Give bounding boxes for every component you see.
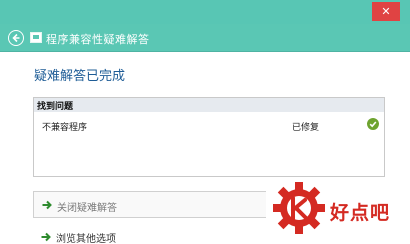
close-icon: ✕ xyxy=(381,5,391,18)
close-troubleshooter-label: 关闭疑难解答 xyxy=(57,203,117,214)
problems-header-label: 找到问题 xyxy=(37,102,74,112)
problems-found-box: 找到问题 不兼容程序 已修复 xyxy=(33,97,385,177)
troubleshooter-app-icon xyxy=(30,32,42,43)
window-close-button[interactable]: ✕ xyxy=(372,2,400,21)
window-title: 程序兼容性疑难解答 xyxy=(46,33,150,46)
top-strip: ✕ xyxy=(0,0,410,24)
watermark-text: 好点吧 xyxy=(330,202,391,224)
green-arrow-icon xyxy=(40,231,52,243)
back-button[interactable] xyxy=(8,30,24,46)
green-arrow-icon xyxy=(41,199,53,211)
title-bar: 程序兼容性疑难解答 xyxy=(0,24,410,52)
problem-status: 已修复 xyxy=(292,123,320,133)
gear-logo-icon xyxy=(273,182,325,234)
explore-options-link[interactable]: 浏览其他选项 xyxy=(33,227,273,244)
explore-options-label: 浏览其他选项 xyxy=(56,234,116,244)
page-heading: 疑难解答已完成 xyxy=(34,69,126,84)
problems-header: 找到问题 xyxy=(34,98,384,112)
green-check-icon xyxy=(367,118,379,130)
problem-name: 不兼容程序 xyxy=(42,123,88,133)
back-arrow-icon xyxy=(12,33,20,43)
